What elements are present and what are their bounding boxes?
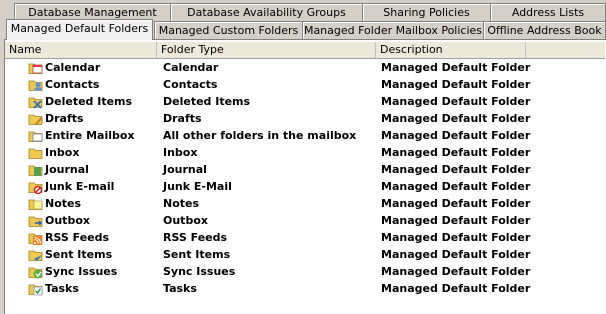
- folder-name: Contacts: [45, 78, 100, 91]
- column-header: Name Folder Type Description: [5, 42, 605, 59]
- list-item[interactable]: Outbox Outbox Managed Default Folder: [5, 212, 603, 229]
- column-header-filler: [526, 42, 605, 58]
- list-item[interactable]: Journal Journal Managed Default Folder: [5, 161, 603, 178]
- list-item[interactable]: Notes Notes Managed Default Folder: [5, 195, 603, 212]
- folder-name: Journal: [45, 163, 89, 176]
- folder-description: Managed Default Folder: [381, 282, 531, 295]
- column-header-folder-type[interactable]: Folder Type: [157, 42, 376, 58]
- list-item[interactable]: Deleted Items Deleted Items Managed Defaul…: [5, 93, 603, 110]
- folder-type: Junk E-Mail: [163, 180, 232, 193]
- folder-type: Notes: [163, 197, 200, 210]
- tab-managed-folder-mailbox-policies[interactable]: Managed Folder Mailbox Policies: [302, 21, 484, 39]
- folder-type: Tasks: [163, 282, 197, 295]
- folder-type: Sync Issues: [163, 265, 236, 278]
- folder-name: Entire Mailbox: [45, 129, 135, 142]
- folder-name: Tasks: [45, 282, 79, 295]
- tab-database-availability-groups[interactable]: Database Availability Groups: [170, 3, 363, 21]
- folder-name: Sent Items: [45, 248, 113, 261]
- folder-name: Junk E-mail: [45, 180, 115, 193]
- rss-feeds-icon: [28, 230, 43, 245]
- tab-managed-custom-folders[interactable]: Managed Custom Folders: [154, 21, 303, 39]
- folder-name: Calendar: [45, 61, 101, 74]
- folder-type: Drafts: [163, 112, 202, 125]
- folder-description: Managed Default Folder: [381, 265, 531, 278]
- folder-description: Managed Default Folder: [381, 129, 531, 142]
- folder-type: Sent Items: [163, 248, 231, 261]
- folder-description: Managed Default Folder: [381, 248, 531, 261]
- folder-description: Managed Default Folder: [381, 78, 531, 91]
- folder-description: Managed Default Folder: [381, 214, 531, 227]
- folder-description: Managed Default Folder: [381, 146, 531, 159]
- tab-offline-address-book[interactable]: Offline Address Book: [483, 21, 606, 39]
- drafts-icon: [28, 111, 43, 126]
- folder-description: Managed Default Folder: [381, 180, 531, 193]
- folder-name: Deleted Items: [45, 95, 133, 108]
- folder-description: Managed Default Folder: [381, 95, 531, 108]
- column-header-name[interactable]: Name: [5, 42, 157, 58]
- folder-name: Notes: [45, 197, 82, 210]
- folder-name: Inbox: [45, 146, 80, 159]
- list-item[interactable]: Entire Mailbox All other folders in the m…: [5, 127, 603, 144]
- sync-issues-icon: [28, 264, 43, 279]
- entire-mailbox-icon: [28, 128, 43, 143]
- folder-description: Managed Default Folder: [381, 61, 531, 74]
- list-item[interactable]: Sent Items Sent Items Managed Default Fold…: [5, 246, 603, 263]
- inbox-icon: [28, 145, 43, 160]
- folder-type: All other folders in the mailbox: [163, 129, 357, 142]
- folder-type: Deleted Items: [163, 95, 251, 108]
- tab-managed-default-folders[interactable]: Managed Default Folders: [6, 19, 153, 40]
- list-item[interactable]: Drafts Drafts Managed Default Folder: [5, 110, 603, 127]
- calendar-icon: [28, 60, 43, 75]
- list-item[interactable]: Tasks Tasks Managed Default Folder: [5, 280, 603, 297]
- column-header-description[interactable]: Description: [376, 42, 526, 58]
- deleted-items-icon: [28, 94, 43, 109]
- folder-type: RSS Feeds: [163, 231, 228, 244]
- outbox-icon: [28, 213, 43, 228]
- list-item[interactable]: Inbox Inbox Managed Default Folder: [5, 144, 603, 161]
- folder-type: Inbox: [163, 146, 198, 159]
- folder-description: Managed Default Folder: [381, 231, 531, 244]
- folder-name: Outbox: [45, 214, 90, 227]
- tasks-icon: [28, 281, 43, 296]
- folder-description: Managed Default Folder: [381, 163, 531, 176]
- list-item[interactable]: Junk E-mail Junk E-Mail Managed Default Fo…: [5, 178, 603, 195]
- list-item[interactable]: Contacts Contacts Managed Default Folder: [5, 76, 603, 93]
- journal-icon: [28, 162, 43, 177]
- folder-description: Managed Default Folder: [381, 112, 531, 125]
- list-panel: Name Folder Type Description Calendar Cal…: [4, 39, 606, 314]
- list-item[interactable]: Calendar Calendar Managed Default Folder: [5, 59, 603, 76]
- folder-name: Sync Issues: [45, 265, 118, 278]
- folder-description: Managed Default Folder: [381, 197, 531, 210]
- junk-email-icon: [28, 179, 43, 195]
- tab-address-lists[interactable]: Address Lists: [490, 3, 606, 21]
- list-item[interactable]: RSS Feeds RSS Feeds Managed Default Folder: [5, 229, 603, 246]
- tab-sharing-policies[interactable]: Sharing Policies: [362, 3, 491, 21]
- folder-type: Contacts: [163, 78, 218, 91]
- sent-items-icon: [28, 247, 43, 262]
- list-item[interactable]: Sync Issues Sync Issues Managed Default Fo…: [5, 263, 603, 280]
- folder-name: Drafts: [45, 112, 84, 125]
- folder-type: Journal: [163, 163, 207, 176]
- folder-type: Outbox: [163, 214, 208, 227]
- folder-name: RSS Feeds: [45, 231, 110, 244]
- contacts-icon: [28, 77, 43, 92]
- notes-icon: [28, 196, 43, 211]
- folder-type: Calendar: [163, 61, 219, 74]
